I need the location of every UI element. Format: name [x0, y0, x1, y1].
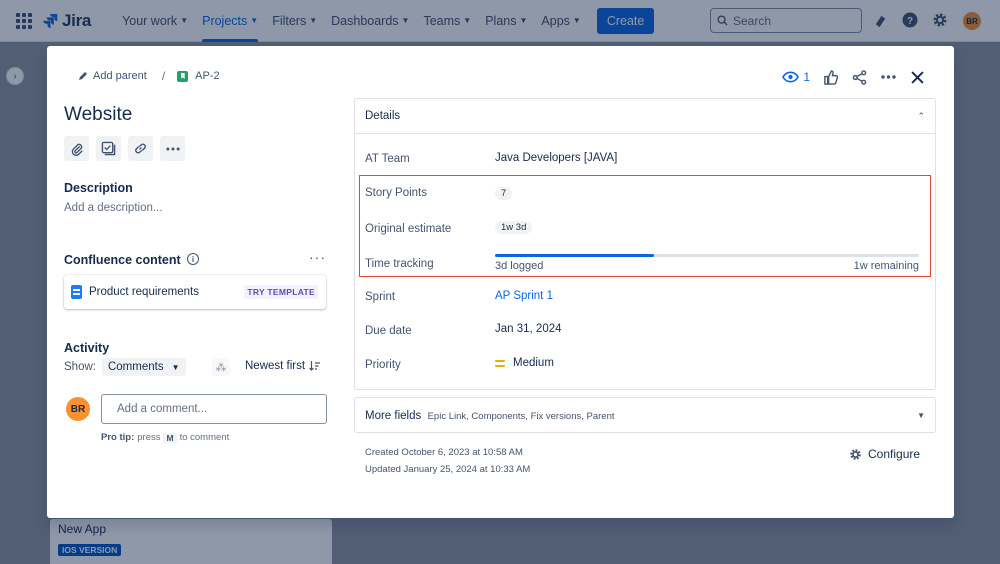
thumbs-up-icon[interactable]: [821, 68, 839, 86]
pro-tip-label: Pro tip:: [101, 432, 135, 443]
issue-toolbar: [64, 136, 185, 161]
field-label-sprint: Sprint: [365, 291, 396, 303]
field-label-priority: Priority: [365, 359, 401, 371]
pencil-icon: [79, 72, 87, 80]
priority-value[interactable]: Medium: [513, 357, 554, 369]
issue-key-link[interactable]: AP-2: [177, 70, 220, 82]
highlight-box: [359, 175, 931, 277]
due-date-value[interactable]: Jan 31, 2024: [495, 323, 562, 335]
sort-label: Newest first: [245, 360, 306, 372]
details-header[interactable]: Details ⌃: [355, 99, 935, 134]
issue-key: AP-2: [195, 70, 220, 82]
breadcrumb-separator: /: [161, 69, 166, 83]
eye-icon: [782, 71, 800, 83]
comment-input[interactable]: Add a comment...: [101, 394, 327, 424]
activity-type-value: Comments: [107, 361, 164, 373]
field-value-team[interactable]: Java Developers [JAVA]: [495, 152, 617, 164]
ai-summary-icon[interactable]: ⁂: [212, 358, 230, 376]
configure-button[interactable]: Configure: [849, 447, 920, 461]
sprint-link[interactable]: AP Sprint 1: [495, 290, 553, 302]
attachment-icon[interactable]: [64, 136, 89, 161]
add-parent-label: Add parent: [93, 70, 147, 82]
watch-count: 1: [803, 70, 810, 84]
close-icon[interactable]: [908, 68, 926, 86]
confluence-heading: Confluence content: [64, 253, 181, 267]
more-fields-section[interactable]: More fields Epic Link, Components, Fix v…: [354, 397, 936, 433]
pro-tip: Pro tip: press M to comment: [101, 432, 229, 443]
link-icon[interactable]: [128, 136, 153, 161]
field-label-team: AT Team: [365, 153, 410, 165]
watch-button[interactable]: 1: [782, 70, 810, 84]
field-label-due-date: Due date: [365, 325, 412, 337]
more-fields-subtitle: Epic Link, Components, Fix versions, Par…: [427, 411, 615, 422]
document-icon: [71, 285, 82, 299]
try-template-button[interactable]: TRY TEMPLATE: [244, 285, 318, 299]
info-icon[interactable]: i: [187, 253, 199, 265]
issue-modal: Add parent / AP-2 1 Website Description …: [47, 46, 954, 518]
created-timestamp: Created October 6, 2023 at 10:58 AM: [365, 447, 523, 458]
pro-tip-rest: to comment: [179, 432, 230, 443]
configure-label: Configure: [868, 447, 921, 461]
details-panel: Details ⌃ AT Team Java Developers [JAVA]…: [354, 98, 936, 390]
breadcrumb: Add parent / AP-2: [78, 69, 220, 83]
modal-actions: 1: [782, 68, 926, 86]
description-field[interactable]: Add a description...: [64, 202, 162, 214]
shortcut-key: M: [163, 432, 177, 443]
priority-medium-icon: [495, 360, 505, 368]
share-icon[interactable]: [850, 68, 868, 86]
sort-descending-icon: [309, 361, 321, 371]
story-icon: [177, 70, 189, 82]
user-avatar: BR: [66, 397, 90, 421]
chevron-down-icon: ▼: [917, 410, 925, 420]
more-actions-icon[interactable]: [879, 68, 897, 86]
confluence-item-label: Product requirements: [89, 286, 199, 298]
confluence-item[interactable]: Product requirements TRY TEMPLATE: [64, 275, 326, 309]
more-fields-title: More fields: [365, 410, 422, 422]
pro-tip-press: press: [137, 432, 161, 443]
updated-timestamp: Updated January 25, 2024 at 10:33 AM: [365, 464, 531, 475]
show-label: Show:: [64, 361, 96, 373]
activity-type-select[interactable]: Comments ▼: [101, 358, 186, 376]
confluence-more-icon[interactable]: ···: [309, 249, 326, 265]
more-icon[interactable]: [160, 136, 185, 161]
add-parent-button[interactable]: Add parent: [78, 70, 147, 82]
chevron-up-icon: ⌃: [917, 110, 925, 121]
description-heading: Description: [64, 181, 133, 195]
activity-filter: Show: Comments ▼: [64, 358, 186, 376]
settings-gear-icon: [850, 448, 861, 460]
issue-title[interactable]: Website: [64, 104, 132, 126]
activity-heading: Activity: [64, 341, 110, 355]
sort-order-button[interactable]: Newest first: [245, 360, 321, 372]
details-heading: Details: [365, 110, 401, 122]
chevron-down-icon: ▼: [171, 362, 180, 372]
child-issue-icon[interactable]: [96, 136, 121, 161]
